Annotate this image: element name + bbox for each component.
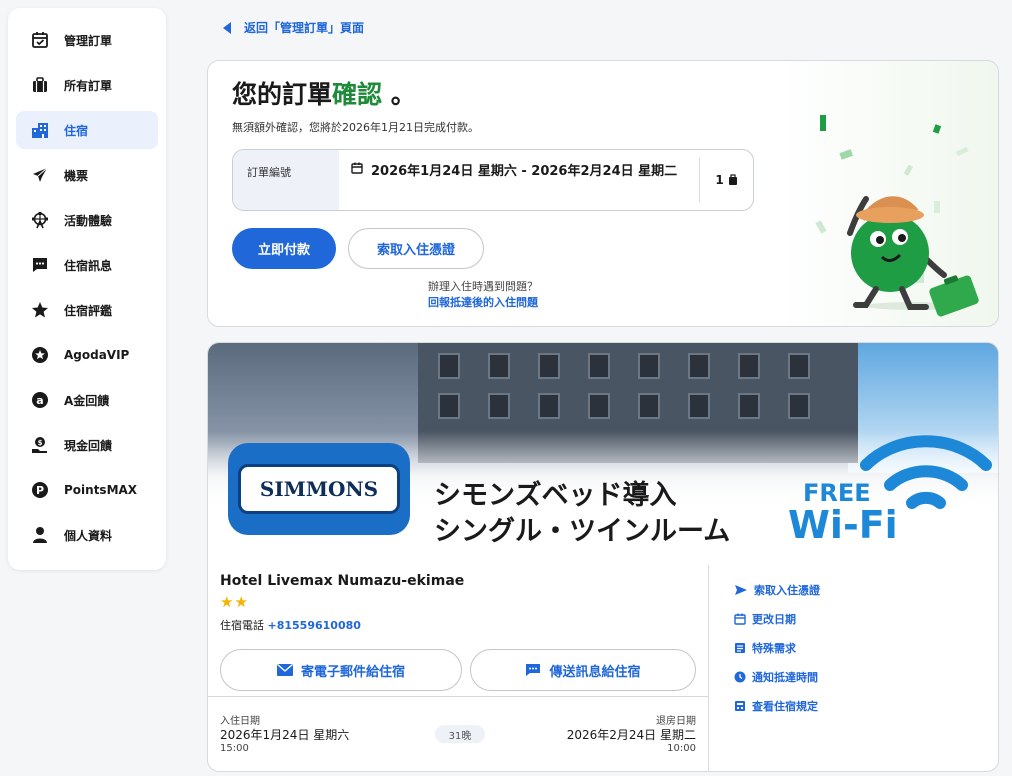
get-voucher-button[interactable]: 索取入住憑證 [348,228,484,269]
booking-confirmation-card: 您的訂單確認 。 無須額外確認，您將於2026年1月21日完成付款。 訂單編號 … [207,60,999,327]
phone-label: 住宿電話 [220,619,264,632]
checkout-label: 退房日期 [656,716,696,727]
sidebar-item-flights[interactable]: 機票 [16,156,158,194]
clock-icon [734,671,746,682]
sidebar-item-label: 住宿訊息 [64,258,113,273]
star-icon [30,300,50,320]
report-checkin-issue-link[interactable]: 回報抵達後的入住問題 [388,295,578,311]
sidebar-item-agodavip[interactable]: AgodaVIP [16,336,158,374]
send-icon [735,584,747,595]
calendar-icon [351,162,363,174]
sidebar-item-label: A金回饋 [64,393,110,408]
message-hotel-button[interactable]: 傳送訊息給住宿 [470,649,696,691]
booking-summary: 訂單編號 2026年1月24日 星期六 - 2026年2月24日 星期二 1 [232,149,754,211]
back-link-label: 返回「管理訂單」頁面 [244,21,365,35]
payment-note: 無須額外確認，您將於2026年1月21日完成付款。 [232,121,479,134]
nights-badge: 31晚 [435,725,485,743]
banner-text-rooms: シングル・ツインルーム [434,516,731,547]
banner-wifi: Wi-Fi [788,503,898,547]
checkin-help-question: 辦理入住時遇到問題？ [428,280,538,293]
suitcase-icon [30,75,50,95]
phone-number-link[interactable]: +81559610080 [268,619,361,632]
ferris-wheel-icon [30,210,50,230]
airplane-icon [30,165,50,185]
sidebar: 管理訂單 所有訂單 住宿 機票 活動體驗 住宿訊息 住宿評鑑 AgodaVIP … [8,8,166,570]
email-hotel-button[interactable]: 寄電子郵件給住宿 [220,649,462,691]
sidebar-item-all-bookings[interactable]: 所有訂單 [16,66,158,104]
svg-text:P: P [36,484,44,497]
sidebar-item-label: 個人資料 [64,528,113,543]
booking-actions: 索取入住憑證 更改日期 特殊需求 通知抵達時間 查看住宿規定 [734,575,820,720]
mascot-illustration [815,115,979,317]
sidebar-item-label: AgodaVIP [64,348,130,362]
sidebar-item-messages[interactable]: 住宿訊息 [16,246,158,284]
hotel-card: SIMMONS シモンズベッド導入 シングル・ツインルーム FREE Wi-Fi… [207,342,999,772]
checkin-label: 入住日期 [220,716,260,727]
wifi-icon [860,435,992,509]
sidebar-item-reviews[interactable]: 住宿評鑑 [16,291,158,329]
checkin-date: 2026年1月24日 星期六 [220,728,350,742]
hotel-phone: 住宿電話 +81559610080 [220,617,361,633]
person-icon [30,525,50,545]
room-icon [728,174,737,185]
pointsmax-icon: P [30,480,50,500]
vip-star-icon [30,345,50,365]
policy-icon [735,700,745,711]
action-special-requests[interactable]: 特殊需求 [734,633,820,662]
sidebar-item-label: 住宿 [64,123,89,138]
calendar-check-icon [30,30,50,50]
sidebar-item-label: PointsMAX [64,483,138,497]
divider [208,696,708,697]
chat-icon [30,255,50,275]
sidebar-item-label: 機票 [64,168,89,183]
booking-id-label: 訂單編號 [233,150,339,210]
chat-icon [526,664,541,676]
sidebar-item-label: 住宿評鑑 [64,303,113,318]
agoda-cash-icon: a [30,390,50,410]
action-arrival-time[interactable]: 通知抵達時間 [734,662,820,691]
checkin-help: 辦理入住時遇到問題？ 回報抵達後的入住問題 [388,279,578,311]
guest-count: 1 [699,158,753,202]
hotel-photo: SIMMONS シモンズベッド導入 シングル・ツインルーム FREE Wi-Fi [208,343,998,565]
sidebar-item-profile[interactable]: 個人資料 [16,516,158,554]
action-view-policies[interactable]: 查看住宿規定 [734,691,820,720]
stay-dates-text: 2026年1月24日 星期六 - 2026年2月24日 星期二 [371,164,678,179]
action-get-voucher[interactable]: 索取入住憑證 [734,575,820,604]
stay-dates: 2026年1月24日 星期六 - 2026年2月24日 星期二 [339,150,699,210]
page-title: 您的訂單確認 。 [232,80,416,109]
envelope-icon [276,664,293,676]
sidebar-item-label: 活動體驗 [64,213,113,228]
cashback-icon: $ [30,435,50,455]
calendar-icon [734,613,746,625]
sidebar-item-label: 管理訂單 [64,33,113,48]
pay-now-button[interactable]: 立即付款 [232,228,336,269]
svg-text:a: a [36,394,43,407]
sidebar-item-accommodation[interactable]: 住宿 [16,111,158,149]
star-rating: ★★ [220,593,249,611]
back-to-manage-bookings-link[interactable]: 返回「管理訂單」頁面 [222,19,364,36]
simmons-logo: SIMMONS [228,443,410,535]
banner-text-beds: シモンズベッド導入 [434,480,677,511]
checkin-time: 15:00 [220,743,249,754]
sidebar-item-pointsmax[interactable]: P PointsMAX [16,471,158,509]
hotel-name: Hotel Livemax Numazu-ekimae [220,573,465,589]
sidebar-item-label: 現金回饋 [64,438,113,453]
back-arrow-icon [223,21,231,34]
sidebar-item-cashback[interactable]: $ 現金回饋 [16,426,158,464]
action-change-dates[interactable]: 更改日期 [734,604,820,633]
sidebar-item-label: 所有訂單 [64,78,113,93]
sidebar-item-activities[interactable]: 活動體驗 [16,201,158,239]
request-icon [735,642,745,653]
checkout-date: 2026年2月24日 星期二 [566,728,696,742]
checkout-time: 10:00 [667,743,696,754]
building-icon [30,120,50,140]
svg-text:$: $ [38,439,43,447]
divider [708,565,709,771]
sidebar-item-agoda-cash[interactable]: a A金回饋 [16,381,158,419]
sidebar-item-manage-bookings[interactable]: 管理訂單 [16,21,158,59]
